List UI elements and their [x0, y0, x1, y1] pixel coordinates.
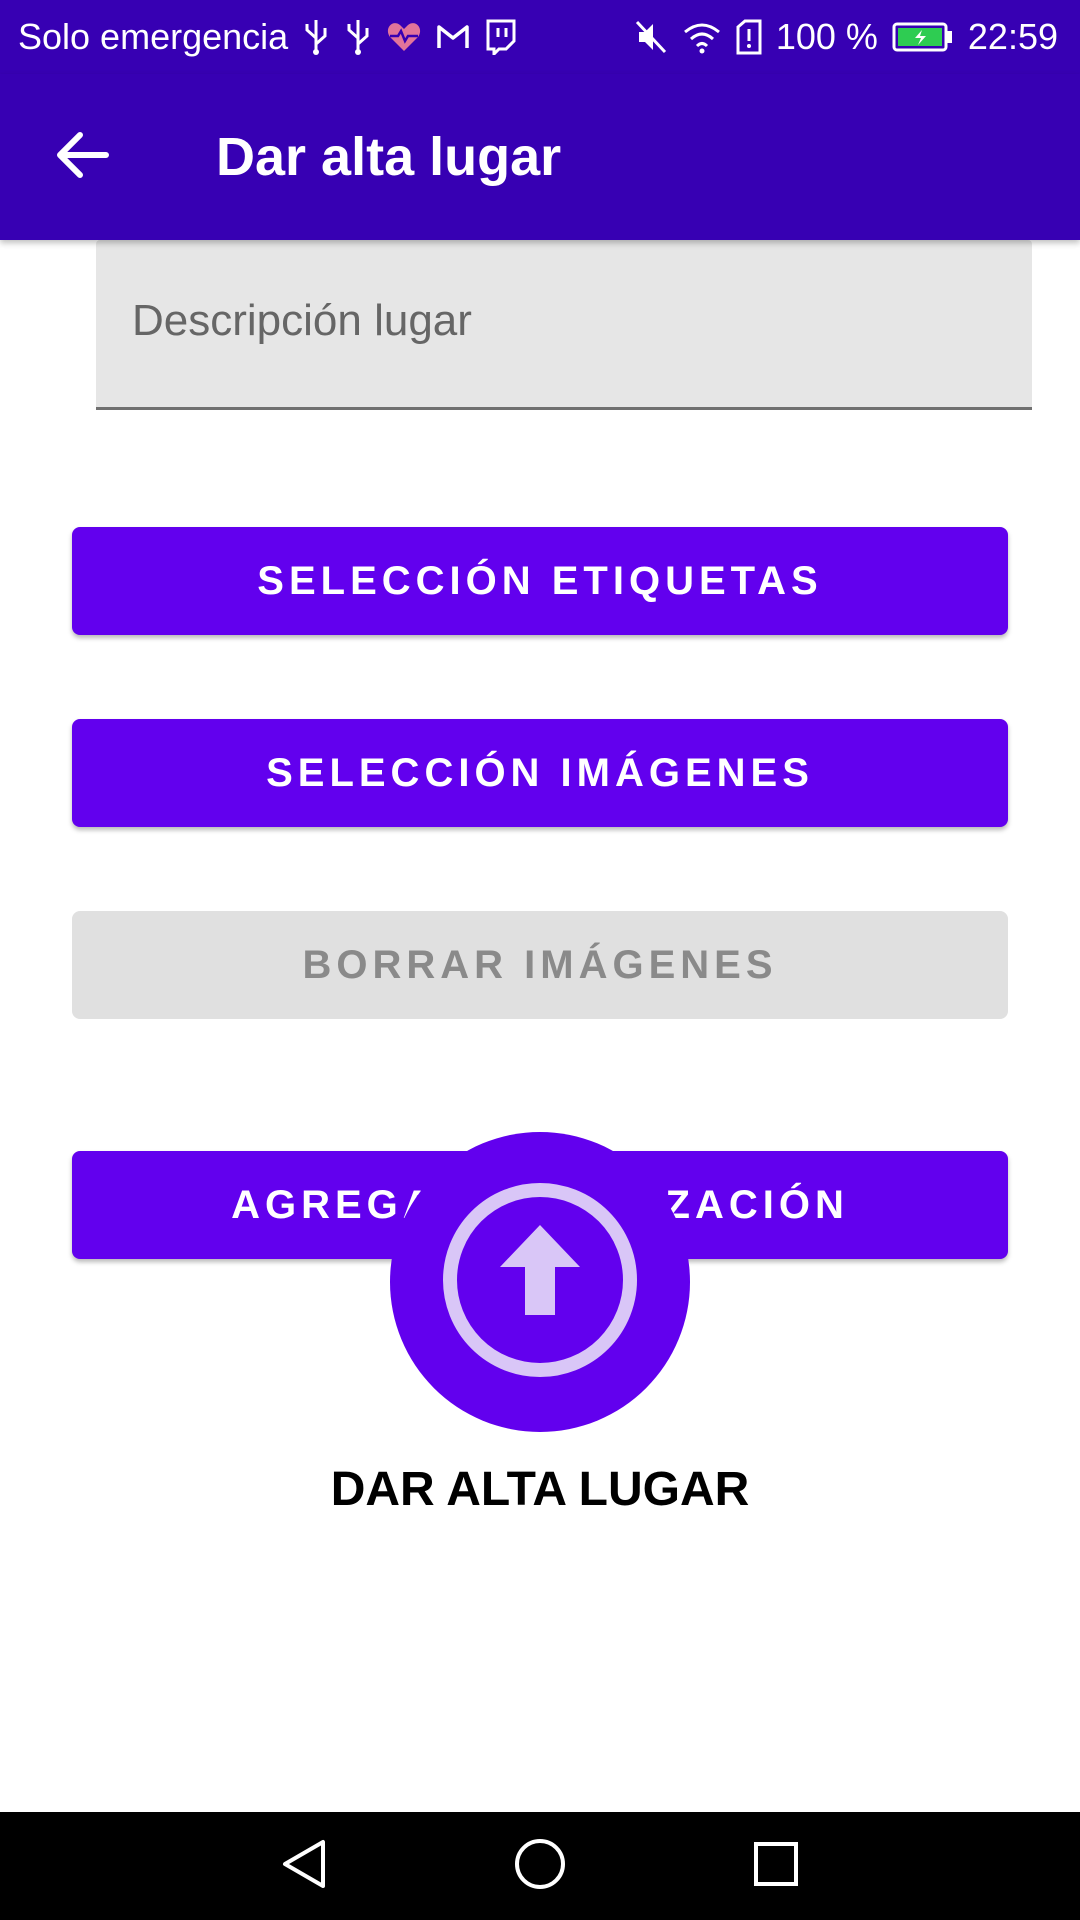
- nav-back-icon: [279, 1838, 329, 1895]
- page-title: Dar alta lugar: [216, 127, 562, 187]
- sim-alert-icon: [736, 19, 762, 55]
- delete-images-button: BORRAR IMÁGENES: [72, 911, 1008, 1019]
- form-content: Descripción lugar SELECCIÓN ETIQUETAS SE…: [0, 240, 1080, 1812]
- gmail-icon: [436, 23, 470, 51]
- battery-percent: 100 %: [775, 16, 878, 57]
- select-tags-button[interactable]: SELECCIÓN ETIQUETAS: [72, 527, 1008, 635]
- status-bar-left: Solo emergencia: [18, 16, 516, 58]
- clock: 22:59: [967, 16, 1058, 57]
- nav-home-icon: [513, 1837, 567, 1896]
- carrier-label: Solo emergencia: [18, 16, 289, 57]
- arrow-back-icon: [54, 131, 110, 184]
- app-bar: Dar alta lugar: [0, 74, 1080, 240]
- status-bar: Solo emergencia 100 % 22:59: [0, 0, 1080, 74]
- navigation-bar: [0, 1812, 1080, 1920]
- twitch-icon: [484, 19, 516, 55]
- battery-icon: [892, 22, 954, 52]
- upload-circle-icon: [435, 1175, 645, 1390]
- usb-icon: [302, 18, 330, 56]
- nav-back-button[interactable]: [234, 1812, 374, 1920]
- nav-recents-button[interactable]: [706, 1812, 846, 1920]
- status-bar-right: 100 % 22:59: [634, 16, 1058, 58]
- nav-home-button[interactable]: [470, 1812, 610, 1920]
- mute-icon: [634, 19, 668, 55]
- description-field[interactable]: Descripción lugar: [96, 240, 1032, 410]
- select-images-button[interactable]: SELECCIÓN IMÁGENES: [72, 719, 1008, 827]
- health-heart-icon: [386, 21, 422, 53]
- nav-recents-icon: [752, 1840, 800, 1893]
- wifi-icon: [682, 20, 722, 54]
- description-placeholder: Descripción lugar: [132, 296, 472, 345]
- usb-icon: [344, 18, 372, 56]
- back-button[interactable]: [26, 101, 138, 213]
- submit-place-label: DAR ALTA LUGAR: [330, 1463, 750, 1516]
- submit-place-button[interactable]: [390, 1132, 690, 1432]
